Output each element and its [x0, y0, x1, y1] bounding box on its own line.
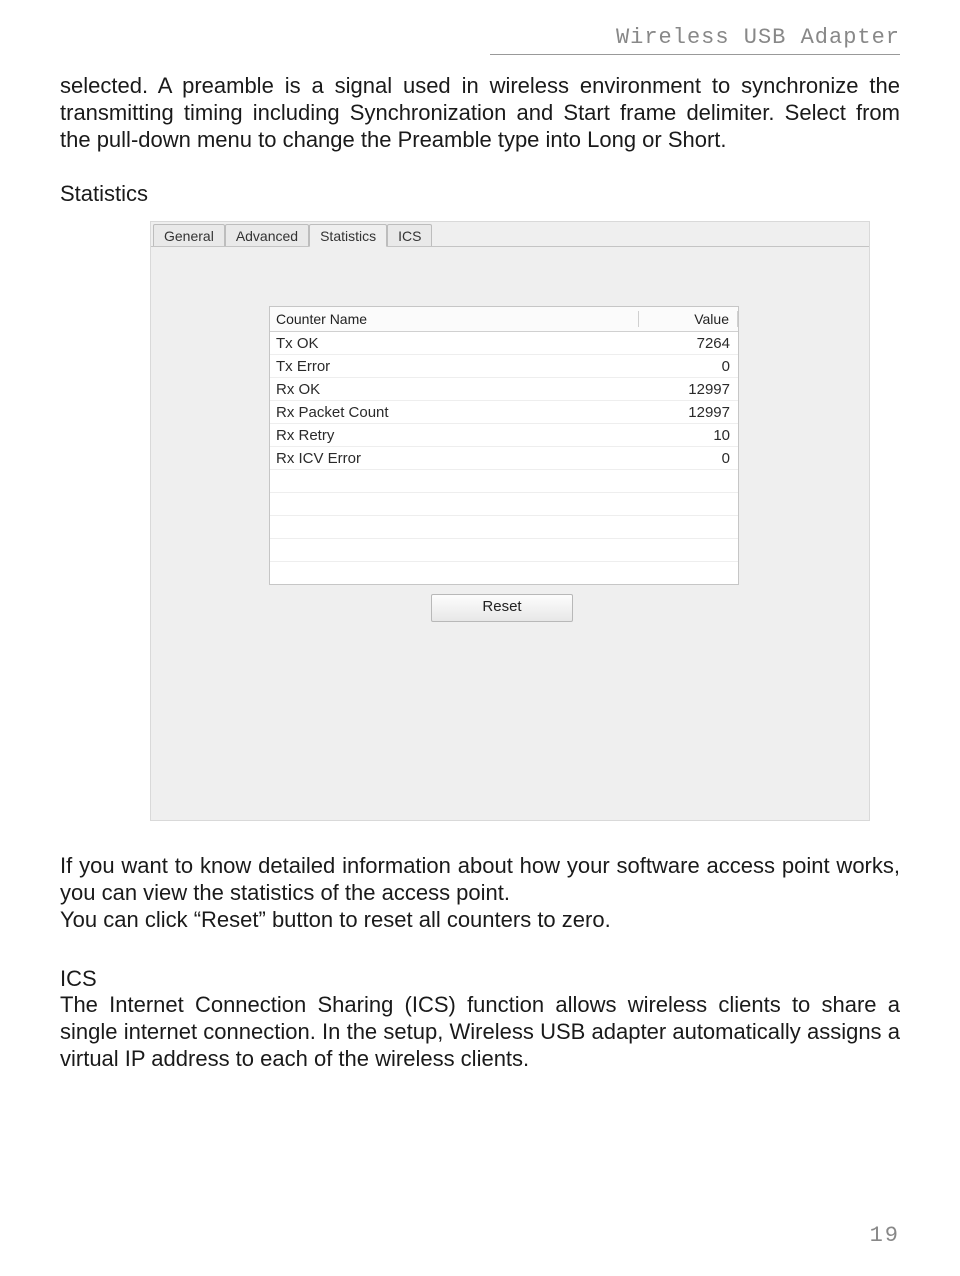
- counter-name: Tx Error: [270, 358, 640, 375]
- table-row: [270, 562, 738, 584]
- counter-value: 0: [640, 450, 738, 467]
- counter-value: 12997: [640, 404, 738, 421]
- counter-value: 12997: [640, 381, 738, 398]
- table-row: [270, 516, 738, 539]
- paragraph-ics: The Internet Connection Sharing (ICS) fu…: [60, 992, 900, 1072]
- tab-strip: General Advanced Statistics ICS: [151, 222, 869, 247]
- col-header-name: Counter Name: [270, 311, 639, 327]
- table-row: Rx Retry 10: [270, 424, 738, 447]
- paragraph-preamble: selected. A preamble is a signal used in…: [60, 73, 900, 153]
- col-header-value: Value: [639, 311, 738, 327]
- paragraph-reset-desc: You can click “Reset” button to reset al…: [60, 907, 900, 934]
- table-header-row: Counter Name Value: [270, 307, 738, 332]
- tab-statistics[interactable]: Statistics: [309, 224, 387, 247]
- heading-statistics: Statistics: [60, 181, 900, 207]
- counter-name: Rx ICV Error: [270, 450, 640, 467]
- table-row: [270, 539, 738, 562]
- table-row: Rx ICV Error 0: [270, 447, 738, 470]
- counter-name: Rx OK: [270, 381, 640, 398]
- page-number: 19: [870, 1223, 900, 1248]
- counter-value: 7264: [640, 335, 738, 352]
- table-row: [270, 493, 738, 516]
- table-row: Rx OK 12997: [270, 378, 738, 401]
- counter-name: Rx Retry: [270, 427, 640, 444]
- table-row: Rx Packet Count 12997: [270, 401, 738, 424]
- tab-advanced[interactable]: Advanced: [225, 224, 309, 246]
- running-header: Wireless USB Adapter: [490, 25, 900, 55]
- tab-ics[interactable]: ICS: [387, 224, 432, 246]
- reset-button[interactable]: Reset: [431, 594, 573, 622]
- counter-name: Rx Packet Count: [270, 404, 640, 421]
- counter-value: 0: [640, 358, 738, 375]
- counter-value: 10: [640, 427, 738, 444]
- statistics-table: Counter Name Value Tx OK 7264 Tx Error 0…: [269, 306, 739, 585]
- tab-general[interactable]: General: [153, 224, 225, 246]
- heading-ics: ICS: [60, 966, 900, 992]
- counter-name: Tx OK: [270, 335, 640, 352]
- table-row: Tx OK 7264: [270, 332, 738, 355]
- statistics-screenshot: General Advanced Statistics ICS Counter …: [150, 221, 870, 821]
- table-row: Tx Error 0: [270, 355, 738, 378]
- paragraph-stats-desc: If you want to know detailed information…: [60, 853, 900, 907]
- table-row: [270, 470, 738, 493]
